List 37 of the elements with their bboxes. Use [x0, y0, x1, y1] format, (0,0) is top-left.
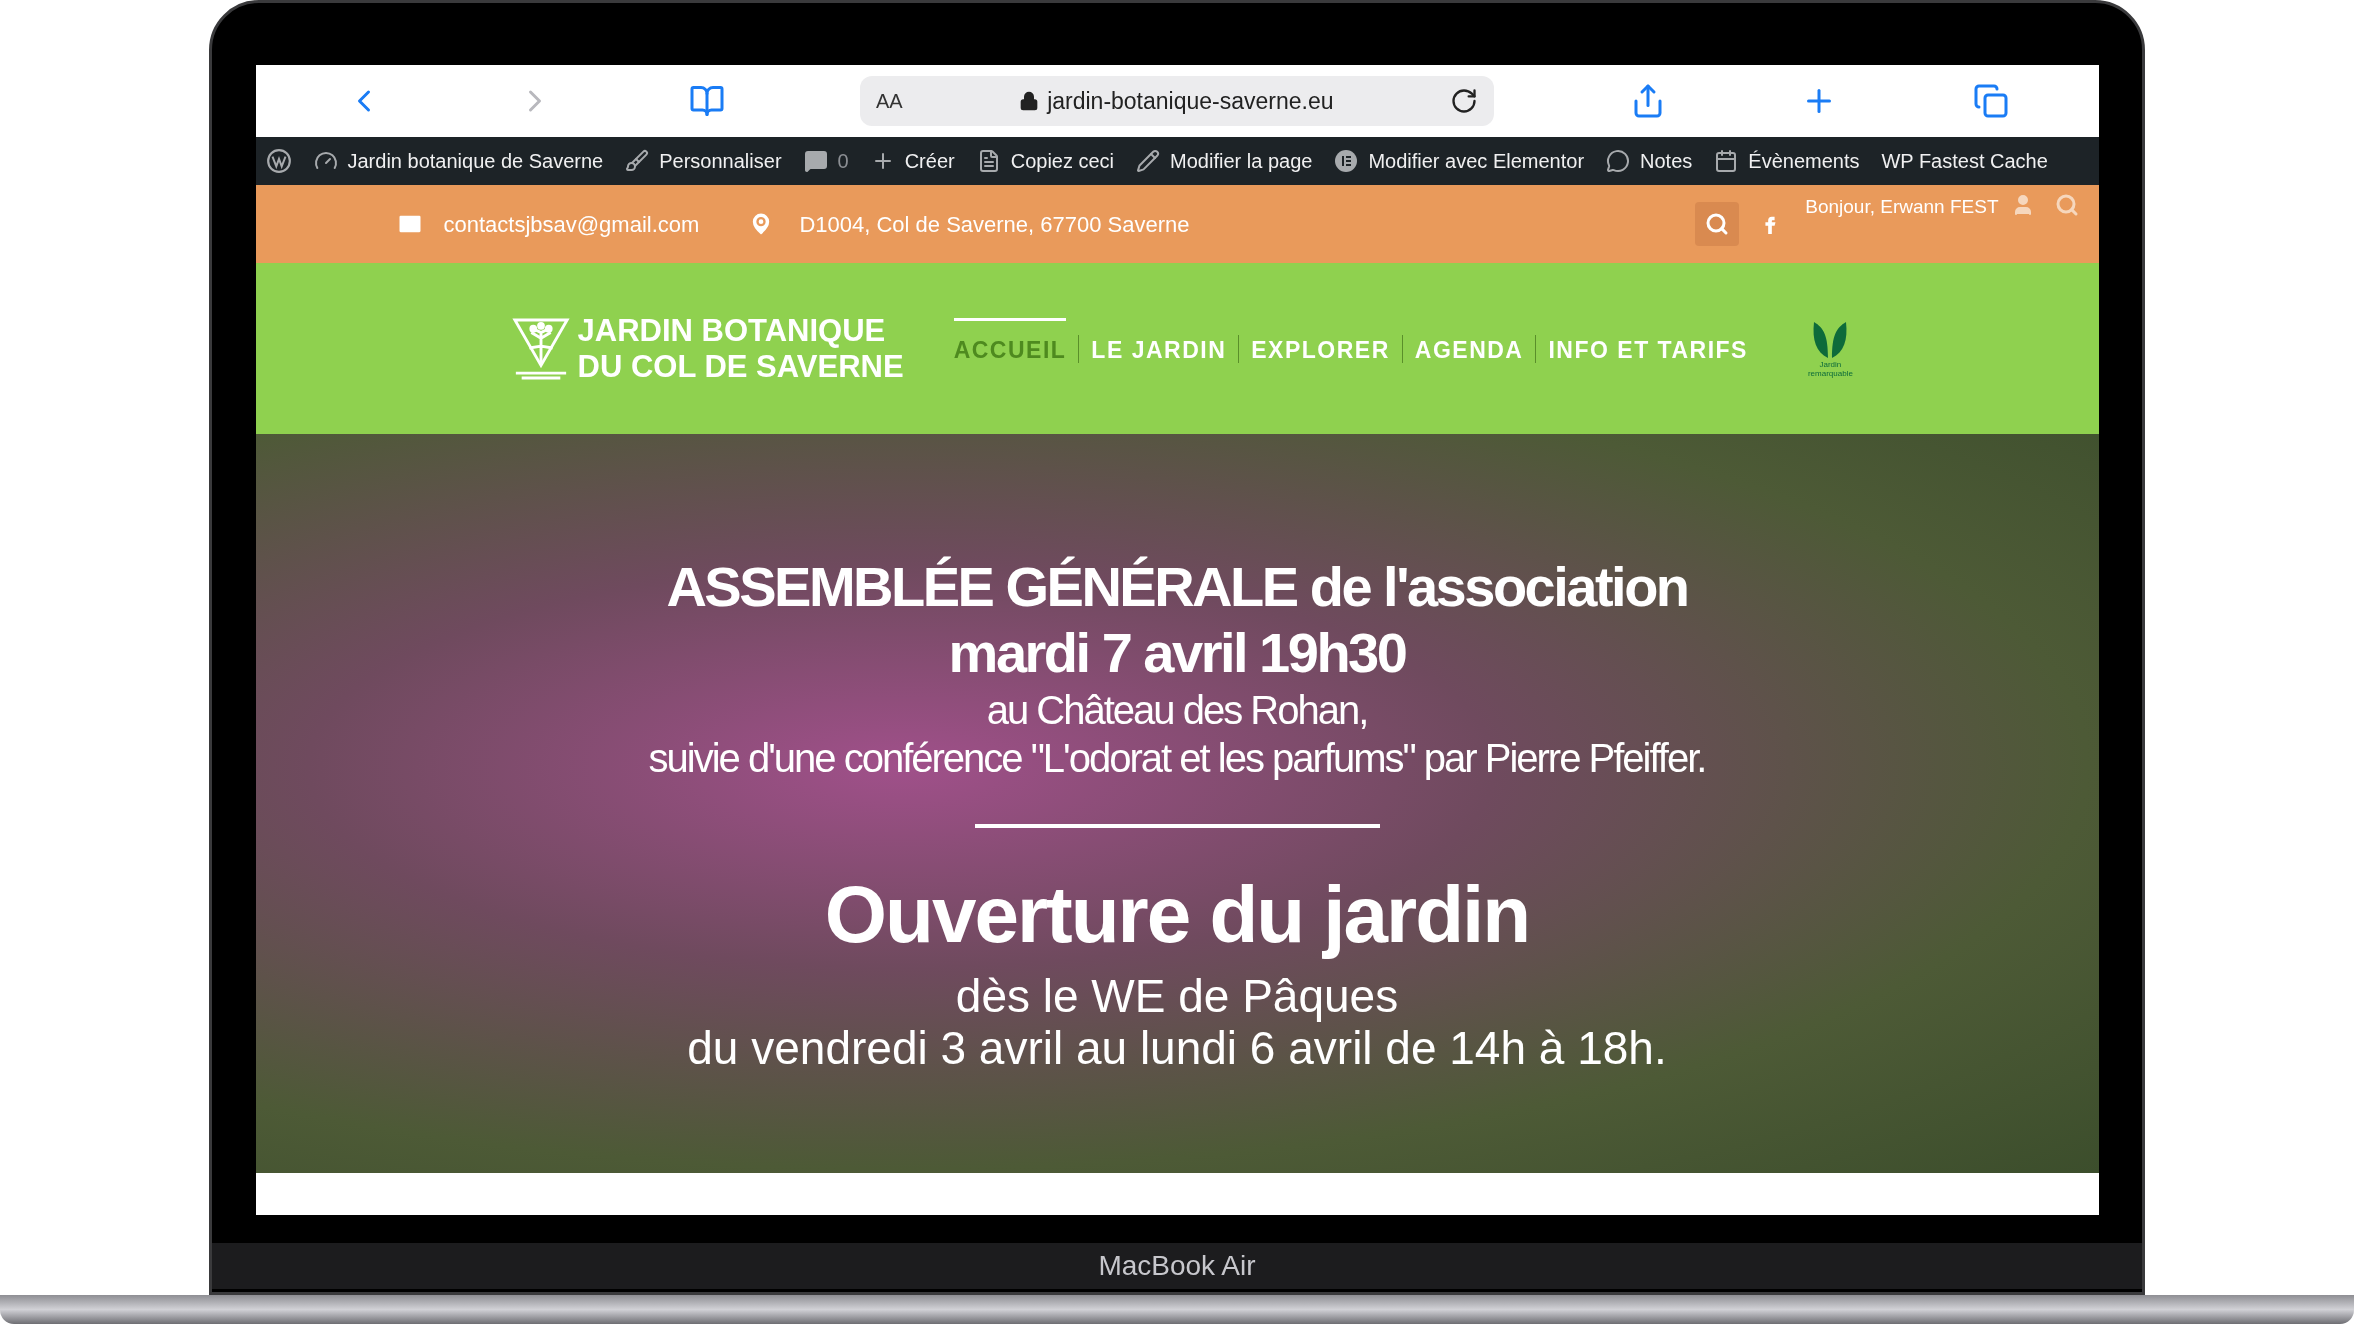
badge-text: Jardin — [1819, 359, 1842, 369]
admin-bar-link[interactable]: Copiez ceci — [1010, 146, 1115, 176]
event-title: ASSEMBLÉE GÉNÉRALE de l'association — [666, 554, 1688, 620]
tabs-icon[interactable] — [1972, 83, 2009, 119]
device-label: MacBook Air — [1098, 1249, 1256, 1283]
admin-bar-link[interactable]: Modifier la page — [1170, 146, 1313, 176]
calendar-icon — [1714, 149, 1739, 173]
admin-bar-link[interactable]: Évènements — [1748, 146, 1860, 176]
admin-bar-link[interactable]: Notes — [1640, 146, 1693, 176]
admin-bar-link[interactable]: WP Fastest Cache — [1881, 146, 2048, 176]
wordpress-icon[interactable] — [265, 148, 292, 174]
pencil-icon — [1136, 149, 1161, 173]
opening-title: Ouverture du jardin — [824, 870, 1530, 960]
address-bar[interactable]: AA jardin-botanique-saverne.eu — [860, 76, 1494, 126]
event-detail: suivie d'une conférence "L'odorat et les parfums" par Pierre Pfeiffer. — [648, 735, 1706, 782]
search-icon — [1705, 212, 1730, 236]
lock-icon — [1019, 91, 1040, 111]
elementor-icon — [1334, 149, 1359, 173]
search-button[interactable] — [1695, 202, 1740, 246]
address-text: D1004, Col de Saverne, 67700 Saverne — [799, 210, 1190, 239]
event-date: mardi 7 avril 19h30 — [948, 620, 1406, 686]
admin-bar-link[interactable]: Modifier avec Elementor — [1368, 146, 1585, 176]
badge-text: remarquable — [1807, 368, 1853, 378]
opening-dates: du vendredi 3 avril au lundi 6 avril de 14h à 18h. — [687, 1022, 1667, 1074]
speech-bubble-icon — [1606, 149, 1631, 173]
brush-icon — [625, 149, 650, 173]
admin-bar-link[interactable]: 0 — [837, 146, 849, 176]
bookmarks-icon[interactable] — [688, 83, 725, 119]
admin-bar-link[interactable]: Jardin botanique de Saverne — [347, 146, 604, 176]
comment-icon — [803, 149, 828, 173]
opening-period: dès le WE de Pâques — [955, 970, 1399, 1022]
reload-icon[interactable] — [1450, 87, 1478, 115]
event-place: au Château des Rohan, — [986, 687, 1368, 734]
admin-bar-link[interactable]: Créer — [904, 146, 955, 176]
admin-bar-link[interactable]: Personnaliser — [659, 146, 782, 176]
reader-button[interactable]: AA — [876, 86, 903, 116]
url-text: jardin-botanique-saverne.eu — [1047, 86, 1334, 116]
